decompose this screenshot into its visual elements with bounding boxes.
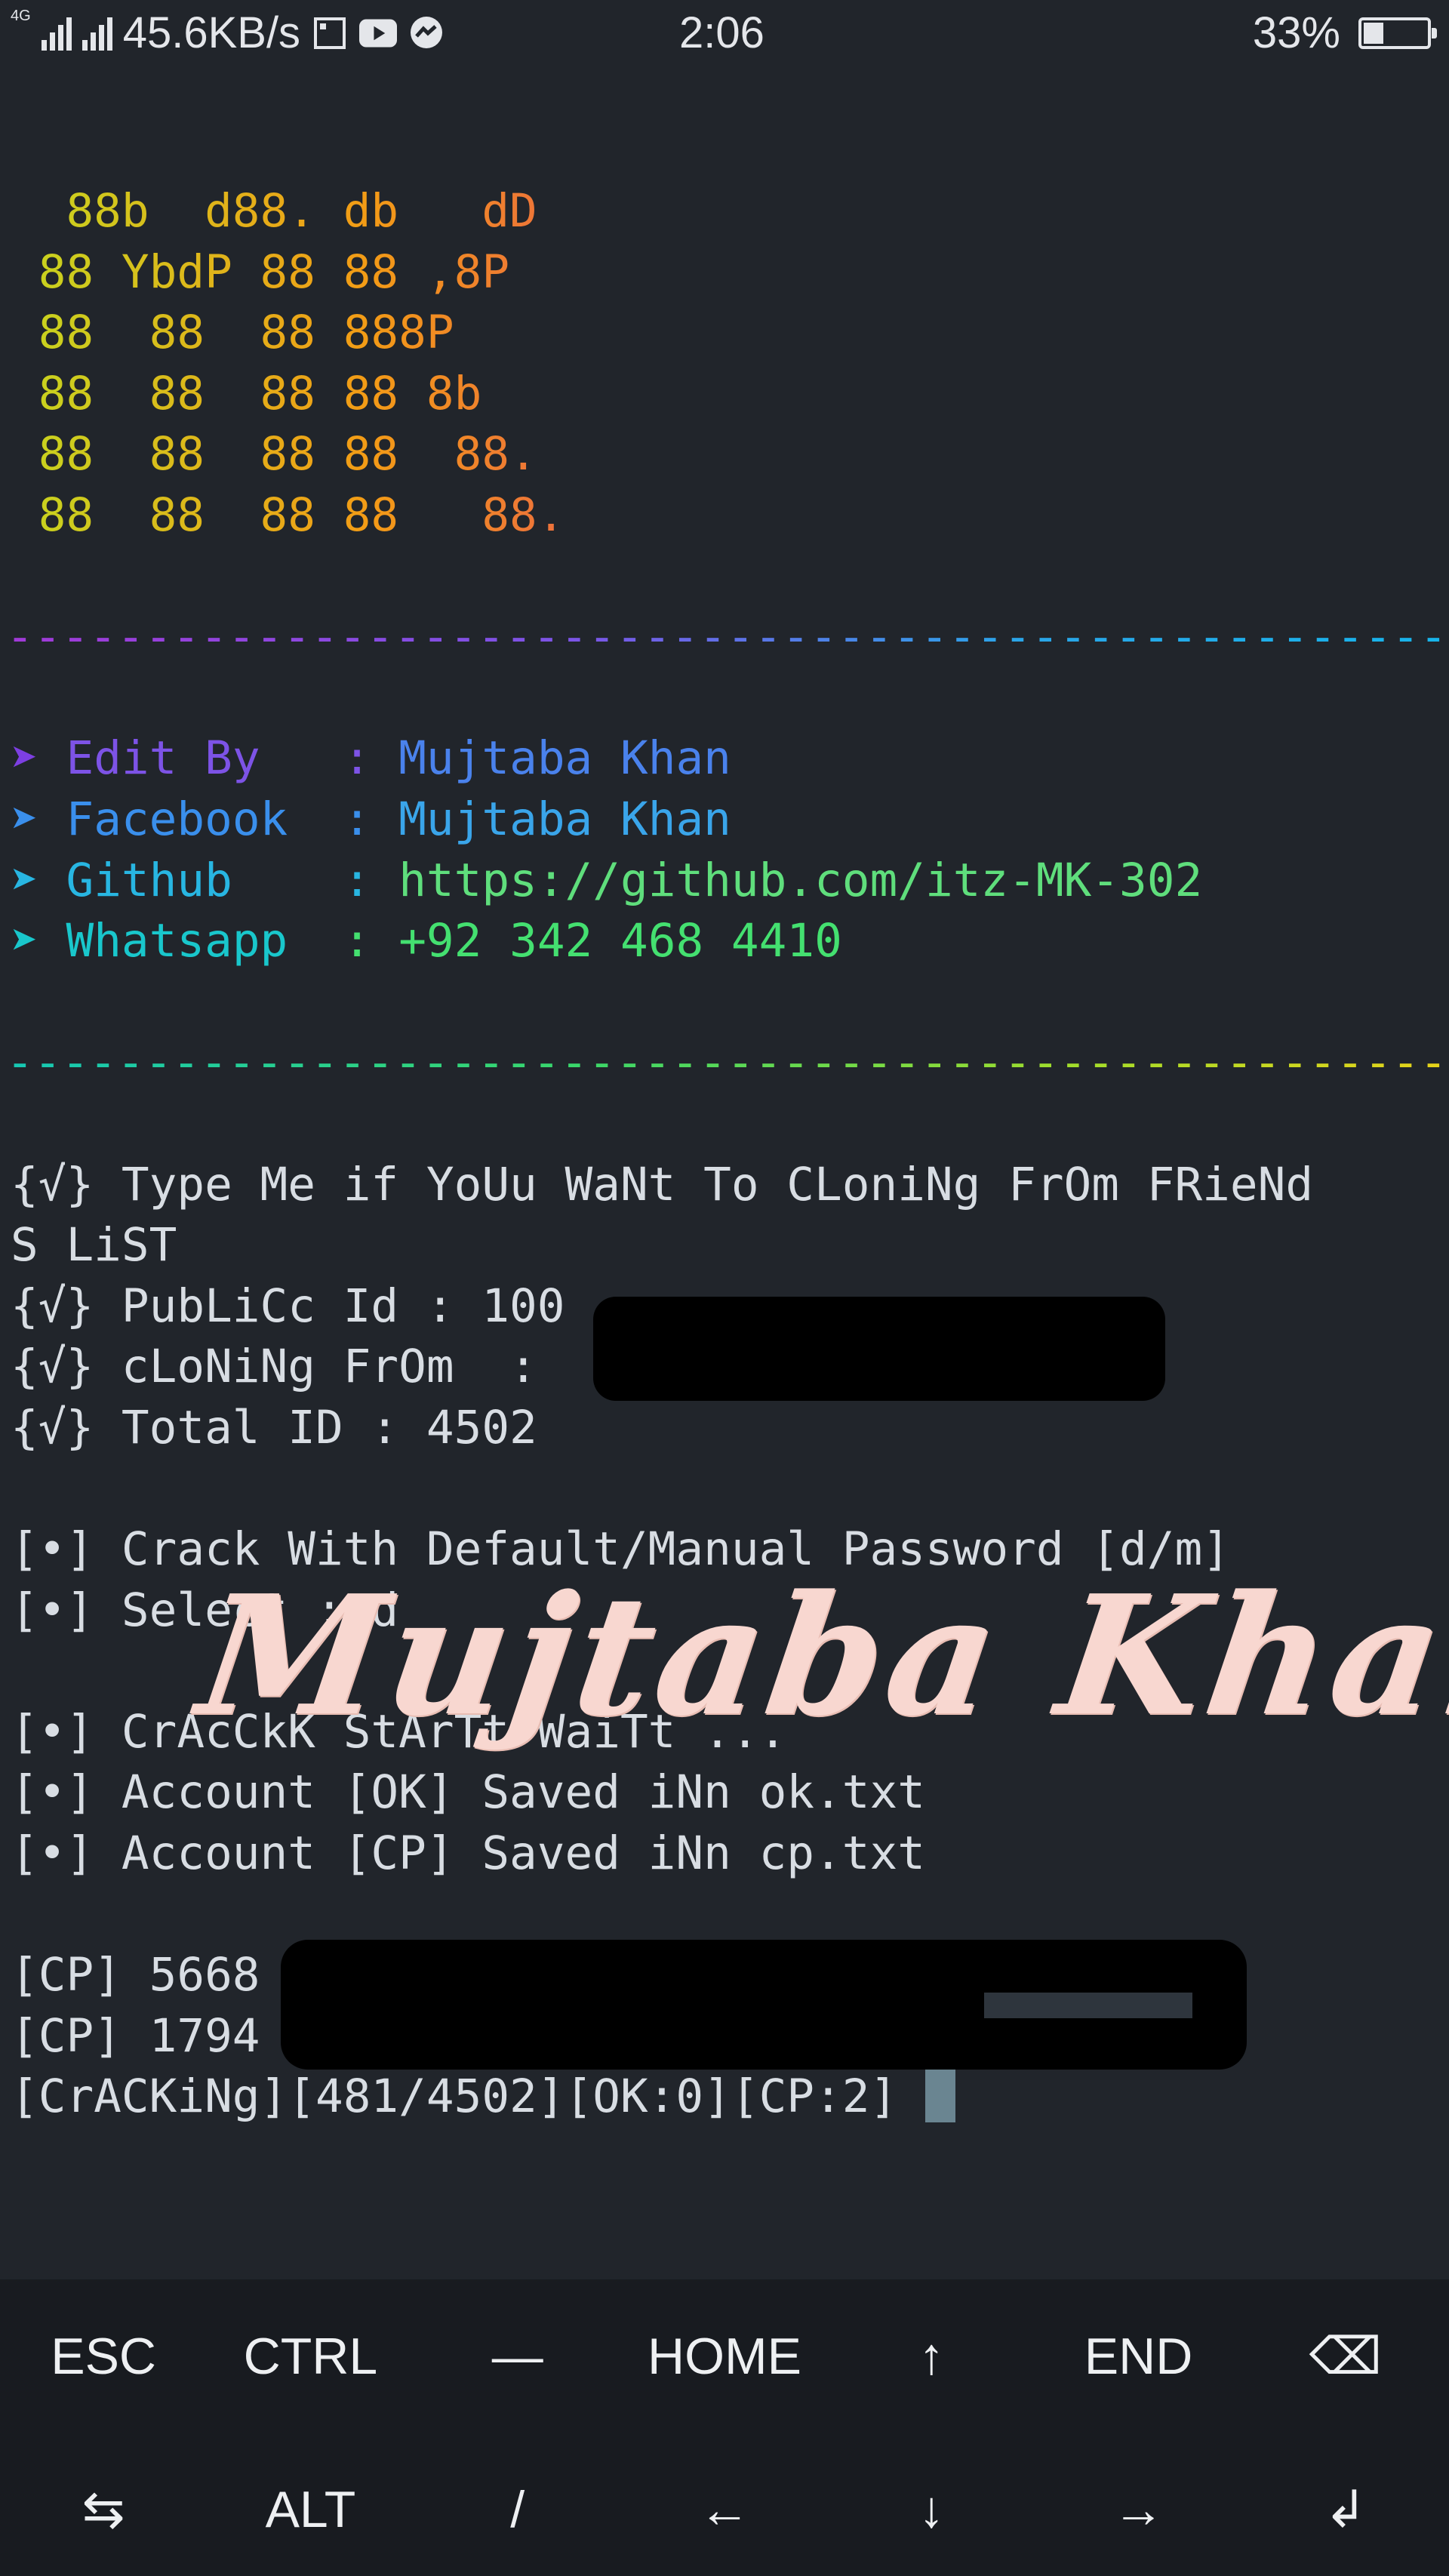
esc-key[interactable]: ESC — [0, 2319, 207, 2394]
redaction-strip — [984, 1993, 1192, 2018]
network-type-label: 4G — [11, 8, 31, 24]
terminal-cursor — [924, 2070, 955, 2123]
backspace-key[interactable]: ⌫ — [1242, 2319, 1449, 2394]
dash-key[interactable]: — — [414, 2319, 621, 2394]
battery-icon — [1358, 17, 1437, 49]
redaction-box — [593, 1297, 1165, 1401]
banner-line: 88 88 88 88 88. — [11, 485, 1444, 546]
banner-line: 88 88 88 888P — [11, 303, 1444, 364]
output-line: {√} Total ID : 4502 — [11, 1400, 537, 1454]
ctrl-key[interactable]: CTRL — [207, 2319, 414, 2394]
arrow-icon: ➤ — [11, 731, 38, 786]
tab-key[interactable]: ⇆ — [0, 2472, 207, 2547]
banner-line: 88 88 88 88 88. — [11, 424, 1444, 485]
info-value: https://github.com/itz-MK-302 — [398, 853, 1203, 907]
info-label: Edit By — [66, 731, 315, 786]
battery-percent: 33% — [1252, 8, 1340, 57]
banner-line: 88 YbdP 88 88 ,8P — [11, 242, 1444, 303]
info-value: Mujtaba Khan — [398, 731, 731, 786]
youtube-icon — [359, 17, 398, 50]
extra-keys-bar: ESC CTRL — HOME ↑ END ⌫ ⇆ ALT / ← ↓ → ↲ — [0, 2279, 1449, 2576]
clock: 2:06 — [679, 8, 764, 57]
output-line: {√} Type Me if YoUu WaNt To CLoniNg FrOm… — [11, 1157, 1314, 1211]
messenger-icon — [408, 16, 445, 50]
arrow-right-key[interactable]: → — [1035, 2472, 1241, 2547]
output-line: S LiST — [11, 1218, 177, 1273]
home-key[interactable]: HOME — [621, 2319, 828, 2394]
alt-key[interactable]: ALT — [207, 2472, 414, 2547]
info-value: +92 342 468 4410 — [398, 914, 842, 968]
output-line: [•] Account [CP] Saved iNn cp.txt — [11, 1827, 925, 1881]
signal-icon-2 — [82, 16, 112, 51]
output-line: [•] Account [OK] Saved iNn ok.txt — [11, 1765, 925, 1820]
info-label: Facebook — [66, 792, 315, 846]
arrow-down-key[interactable]: ↓ — [828, 2472, 1035, 2547]
terminal-output[interactable]: 88b d88. db dD 88 YbdP 88 88 ,8P 88 88 8… — [6, 181, 1444, 2128]
network-speed: 45.6KB/s — [122, 8, 301, 57]
signal-icon — [41, 16, 72, 51]
info-label: Whatsapp — [66, 914, 315, 968]
status-bar: 4G 45.6KB/s 2:06 33% — [0, 0, 1449, 60]
divider: ----------------------------------------… — [6, 607, 1444, 668]
banner-line: 88 88 88 88 8b — [11, 364, 1444, 425]
info-value: Mujtaba Khan — [398, 792, 731, 846]
divider: ----------------------------------------… — [6, 1033, 1444, 1094]
banner-line: 88b d88. db dD — [11, 181, 1444, 242]
end-key[interactable]: END — [1035, 2319, 1241, 2394]
arrow-icon: ➤ — [11, 853, 38, 907]
arrow-up-key[interactable]: ↑ — [828, 2319, 1035, 2394]
slash-key[interactable]: / — [414, 2472, 621, 2547]
arrow-left-key[interactable]: ← — [621, 2472, 828, 2547]
arrow-icon: ➤ — [11, 914, 38, 968]
enter-key[interactable]: ↲ — [1242, 2472, 1449, 2547]
arrow-icon: ➤ — [11, 792, 38, 846]
watermark: Mujtaba Khan — [189, 1559, 1449, 1753]
screenshot-icon — [311, 17, 349, 50]
progress-line: [CrACKiNg][481/4502][OK:0][CP:2] — [11, 2070, 925, 2124]
info-label: Github — [66, 853, 315, 907]
